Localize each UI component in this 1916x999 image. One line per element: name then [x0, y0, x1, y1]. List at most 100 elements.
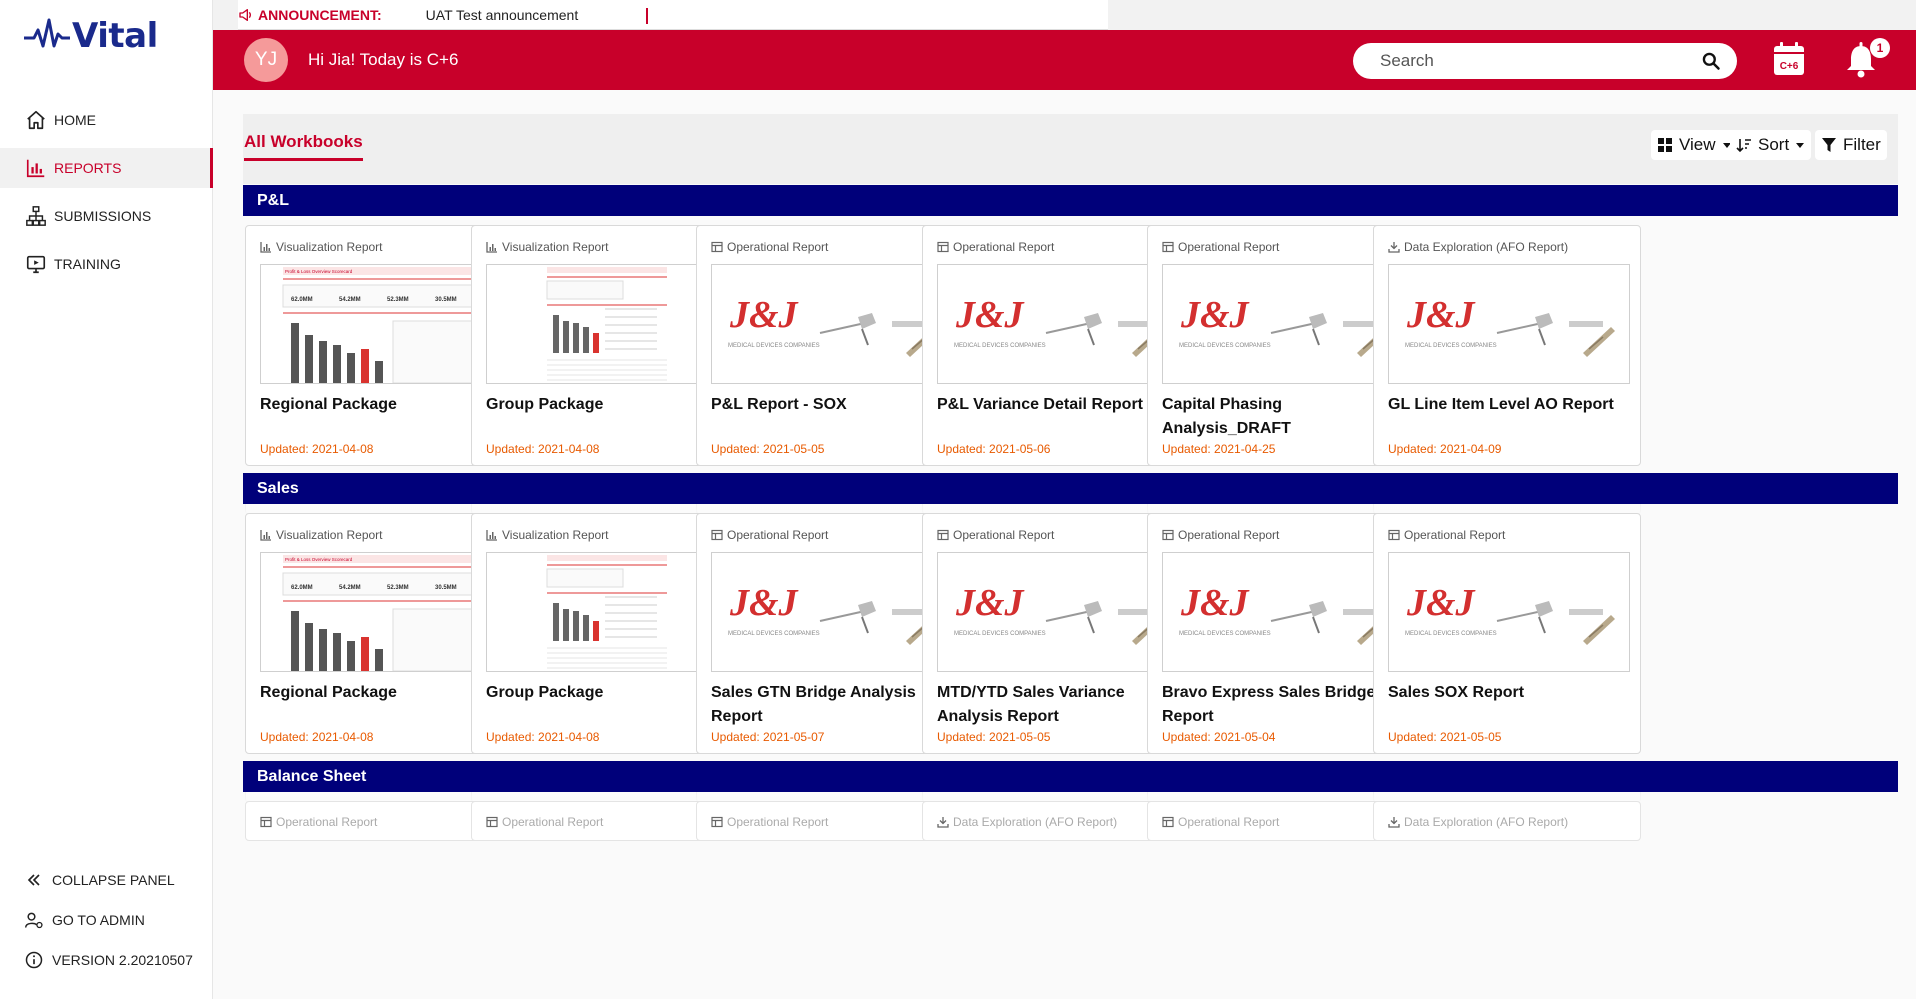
report-type: Visualization Report [486, 240, 609, 254]
sidebar-item-reports[interactable]: REPORTS [0, 148, 213, 188]
sidebar-item-submissions[interactable]: SUBMISSIONS [0, 196, 213, 236]
app-root: Vital HOME REPORTS SUBMISSIONS TRAINING [0, 0, 1916, 999]
report-card[interactable]: Data Exploration (AFO Report) J&J MEDICAL … [1373, 225, 1641, 466]
report-type: Operational Report [486, 815, 603, 829]
thumb-bar [583, 327, 589, 353]
section-header[interactable]: P&L [243, 185, 1898, 216]
bar-chart-icon [26, 159, 45, 178]
table-icon [1388, 529, 1400, 541]
jj-subtitle: MEDICAL DEVICES COMPANIES [1405, 343, 1497, 349]
report-thumbnail[interactable]: J&J MEDICAL DEVICES COMPANIES [1388, 264, 1630, 384]
report-type: Data Exploration (AFO Report) [937, 815, 1117, 829]
report-card[interactable]: Operational Report J&J MEDICAL DEVICES COM… [1373, 513, 1641, 754]
report-title[interactable]: P&L Variance Detail Report [937, 393, 1182, 417]
thumb-bar [291, 323, 299, 383]
report-title[interactable]: Sales SOX Report [1388, 681, 1633, 705]
report-title[interactable]: Capital Phasing Analysis_DRAFT [1162, 393, 1407, 441]
collapse-panel-button[interactable]: COLLAPSE PANEL [0, 860, 213, 900]
report-type-label: Operational Report [727, 815, 829, 829]
report-title[interactable]: Regional Package [260, 393, 505, 417]
announcement-divider [646, 8, 648, 24]
report-type-label: Operational Report [1178, 240, 1280, 254]
download-box-icon [937, 817, 949, 828]
report-updated: Updated: 2021-05-04 [1162, 730, 1276, 744]
avatar[interactable]: YJ [244, 38, 288, 82]
report-updated: Updated: 2021-04-08 [486, 442, 600, 456]
user-gear-icon [24, 912, 43, 929]
report-thumbnail[interactable] [486, 264, 728, 384]
report-title[interactable]: GL Line Item Level AO Report [1388, 393, 1633, 417]
vital-logo[interactable]: Vital [22, 16, 158, 56]
thumb-kpi: 30.5MM [435, 585, 457, 591]
table-icon [937, 529, 949, 541]
section-header[interactable]: Sales [243, 473, 1898, 504]
workbook-area: All Workbooks View Sort Filter P&L Visual… [213, 90, 1916, 999]
thumb-kpi: 62.0MM [291, 585, 313, 591]
download-box-icon [1388, 242, 1400, 253]
section-header[interactable]: Balance Sheet [243, 761, 1898, 792]
report-type: Operational Report [937, 528, 1054, 542]
report-thumbnail[interactable]: J&J MEDICAL DEVICES COMPANIES [711, 264, 953, 384]
jj-logo-text: J&J [1406, 582, 1476, 624]
chart-icon [486, 242, 497, 253]
search-icon[interactable] [1701, 51, 1721, 71]
report-title[interactable]: Group Package [486, 393, 731, 417]
chart-icon [486, 530, 497, 541]
go-to-admin-button[interactable]: GO TO ADMIN [0, 900, 213, 940]
sidebar-nav: HOME REPORTS SUBMISSIONS TRAINING [0, 100, 213, 292]
report-title[interactable]: P&L Report - SOX [711, 393, 956, 417]
sort-button[interactable]: Sort [1730, 130, 1812, 160]
report-thumbnail[interactable]: J&J MEDICAL DEVICES COMPANIES [937, 552, 1179, 672]
report-type-label: Visualization Report [276, 528, 383, 542]
tab-all-workbooks[interactable]: All Workbooks [244, 132, 363, 161]
version-info: VERSION 2.20210507 [0, 940, 213, 980]
table-icon [711, 529, 723, 541]
report-updated: Updated: 2021-04-09 [1388, 442, 1502, 456]
thumb-bar [573, 323, 579, 353]
thumb-bar [375, 361, 383, 383]
thumb-bar [563, 321, 569, 353]
version-label: VERSION 2.20210507 [52, 952, 193, 968]
sidebar-item-label: TRAINING [54, 256, 121, 272]
table-icon [711, 816, 723, 828]
report-type-label: Operational Report [502, 815, 604, 829]
report-title[interactable]: Regional Package [260, 681, 505, 705]
report-thumbnail[interactable]: J&J MEDICAL DEVICES COMPANIES [711, 552, 953, 672]
report-title[interactable]: Bravo Express Sales Bridge Report [1162, 681, 1407, 729]
report-title[interactable]: MTD/YTD Sales Variance Analysis Report [937, 681, 1182, 729]
thumb-title: Profit & Loss Overview Scorecard [285, 269, 353, 274]
report-thumbnail[interactable]: Profit & Loss Overview Scorecard 62.0MM 54… [260, 264, 502, 384]
jj-logo-text: J&J [1406, 294, 1476, 336]
announcement-message: UAT Test announcement [425, 6, 579, 23]
thumb-bar [375, 649, 383, 671]
report-type-label: Operational Report [953, 528, 1055, 542]
report-type-label: Operational Report [953, 240, 1055, 254]
thumb-kpi: 52.3MM [387, 297, 409, 303]
filter-button[interactable]: Filter [1815, 130, 1887, 160]
report-type: Operational Report [260, 815, 377, 829]
announcement-label: ANNOUNCEMENT: [258, 6, 382, 23]
report-type: Operational Report [937, 240, 1054, 254]
calendar-icon[interactable]: C+6 [1773, 41, 1805, 77]
report-thumbnail[interactable]: J&J MEDICAL DEVICES COMPANIES [937, 264, 1179, 384]
report-updated: Updated: 2021-05-06 [937, 442, 1051, 456]
report-thumbnail[interactable]: J&J MEDICAL DEVICES COMPANIES [1162, 264, 1404, 384]
thumb-bar [361, 349, 369, 383]
filter-label: Filter [1843, 135, 1881, 154]
report-thumbnail[interactable]: J&J MEDICAL DEVICES COMPANIES [1162, 552, 1404, 672]
report-title[interactable]: Group Package [486, 681, 731, 705]
report-thumbnail[interactable] [486, 552, 728, 672]
video-icon [26, 255, 46, 274]
view-button[interactable]: View [1651, 130, 1738, 160]
report-thumbnail[interactable]: J&J MEDICAL DEVICES COMPANIES [1388, 552, 1630, 672]
sidebar-item-home[interactable]: HOME [0, 100, 213, 140]
top-header: YJ Hi Jia! Today is C+6 C+6 1 [213, 30, 1916, 90]
report-thumbnail[interactable]: Profit & Loss Overview Scorecard 62.0MM 54… [260, 552, 502, 672]
report-title[interactable]: Sales GTN Bridge Analysis Report [711, 681, 956, 729]
jj-subtitle: MEDICAL DEVICES COMPANIES [954, 343, 1046, 349]
sidebar-item-training[interactable]: TRAINING [0, 244, 213, 284]
search-input[interactable] [1353, 51, 1683, 71]
filter-icon [1822, 138, 1836, 152]
announcement-tag: ANNOUNCEMENT: [238, 7, 382, 23]
report-card-collapsed[interactable]: Data Exploration (AFO Report) [1373, 801, 1641, 841]
